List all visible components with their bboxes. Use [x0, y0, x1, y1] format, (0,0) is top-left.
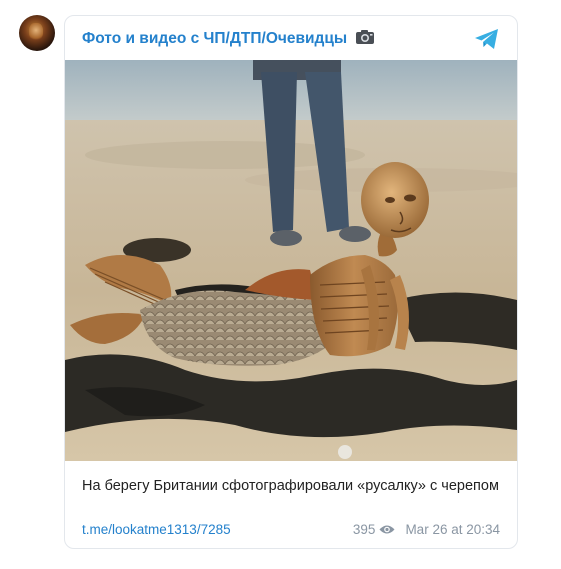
channel-title-text[interactable]: Фото и видео с ЧП/ДТП/Очевидцы [82, 30, 347, 47]
post-caption: На берегу Британии сфотографировали «рус… [82, 478, 499, 494]
telegram-icon[interactable] [474, 28, 500, 50]
camera-icon [356, 30, 375, 44]
view-count: 395 [352, 522, 376, 537]
post-footer: t.me/lookatme1313/7285 395 Mar 26 at 20:… [82, 522, 500, 540]
channel-avatar[interactable] [19, 15, 55, 51]
channel-title[interactable]: Фото и видео с ЧП/ДТП/Очевидцы [82, 29, 375, 48]
post-link[interactable]: t.me/lookatme1313/7285 [82, 522, 231, 537]
eye-icon [379, 525, 395, 534]
post-photo[interactable] [65, 60, 517, 461]
post-meta: 395 Mar 26 at 20:34 [353, 522, 500, 537]
post-header: Фото и видео с ЧП/ДТП/Очевидцы [65, 16, 517, 60]
post-date[interactable]: Mar 26 at 20:34 [405, 522, 500, 537]
post-card: Фото и видео с ЧП/ДТП/Очевидцы На берегу… [64, 15, 518, 549]
mermaid-photo [65, 60, 517, 461]
